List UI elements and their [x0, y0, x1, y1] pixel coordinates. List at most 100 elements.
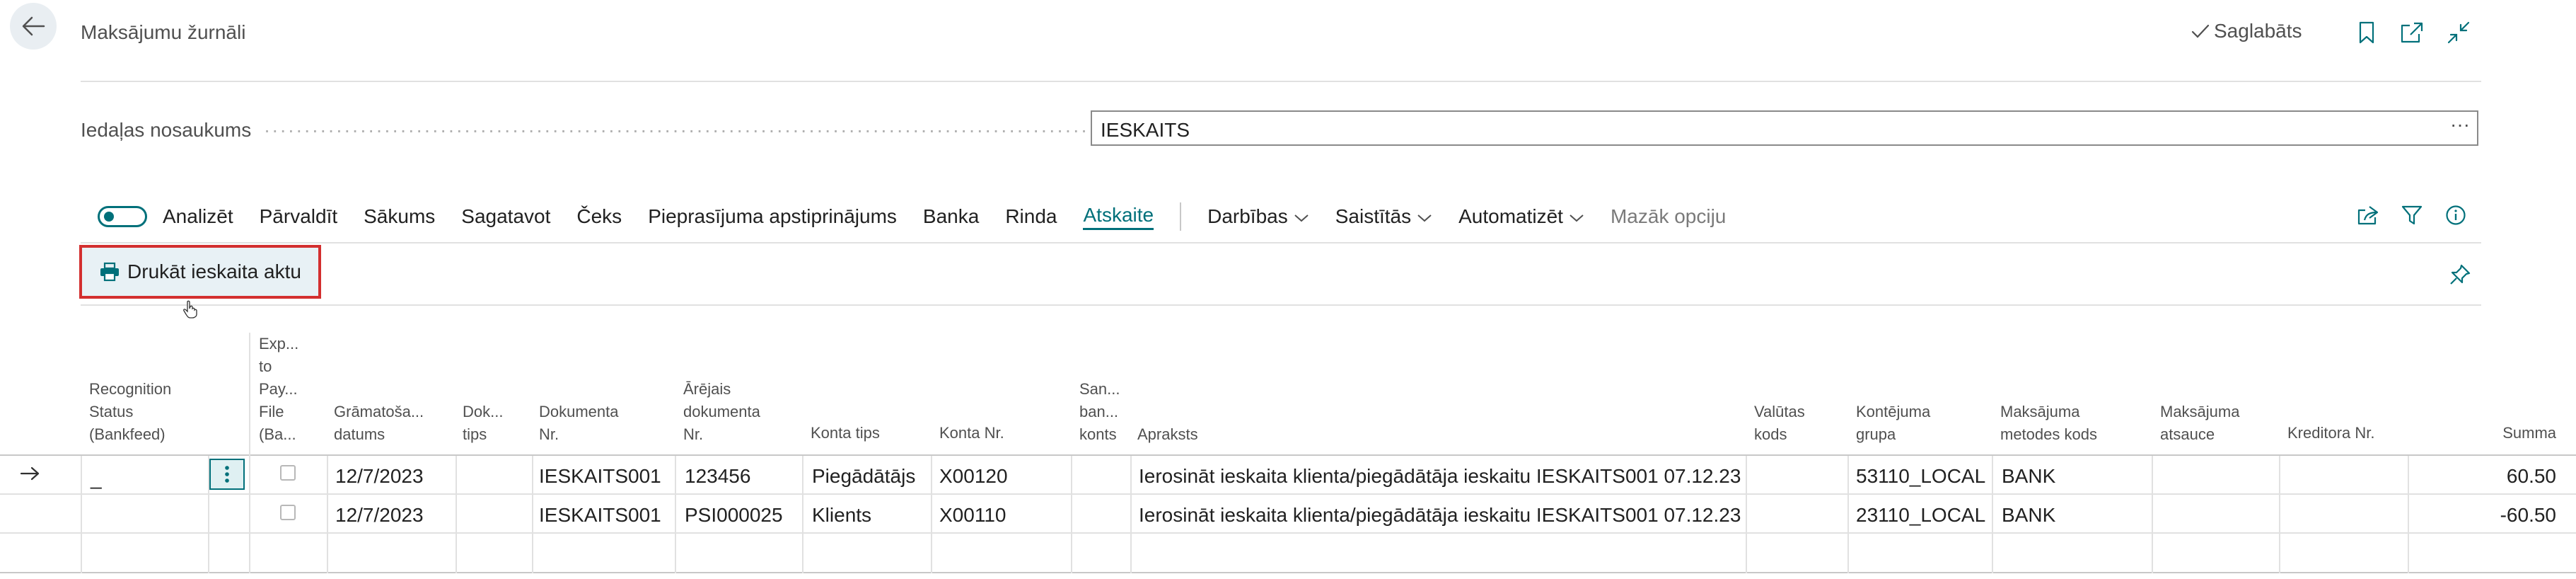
saved-status: Saglabāts	[2191, 20, 2302, 42]
checkmark-icon	[2191, 24, 2210, 38]
analyze-toggle[interactable]	[98, 206, 147, 227]
share-icon[interactable]	[2354, 201, 2382, 229]
collapse-icon[interactable]	[2444, 18, 2473, 47]
row-actions-menu-button[interactable]	[209, 459, 245, 490]
col-divider	[2279, 456, 2280, 573]
action-bar: Analizēt Pārvaldīt Sākums Sagatavot Čeks…	[98, 200, 1752, 234]
col-account-type[interactable]: Konta tips	[811, 422, 880, 445]
hand-cursor-icon	[183, 300, 197, 319]
col-description[interactable]: Apraksts	[1137, 423, 1198, 446]
row1-amount[interactable]: 60.50	[2419, 465, 2556, 488]
analyze-label[interactable]: Analizēt	[163, 205, 233, 228]
col-payment-reference[interactable]: Maksājuma atsauce	[2160, 401, 2239, 446]
tab-report[interactable]: Atskaite	[1083, 204, 1154, 230]
col-divider	[1992, 456, 1993, 573]
row2-external-document-no[interactable]: PSI000025	[685, 504, 783, 527]
col-posting-group[interactable]: Kontējuma grupa	[1856, 401, 1930, 446]
section-name-value: IESKAITS	[1101, 119, 1190, 141]
row-divider	[0, 532, 2576, 534]
row1-posting-group[interactable]: 53110_LOCAL	[1856, 465, 1985, 488]
col-account-no[interactable]: Konta Nr.	[939, 422, 1004, 445]
row1-document-no[interactable]: IESKAITS001	[539, 465, 661, 488]
col-divider	[327, 456, 328, 573]
menu-actions[interactable]: Darbības	[1207, 205, 1309, 228]
section-name-input[interactable]	[1091, 110, 2478, 146]
arrow-left-icon	[22, 16, 45, 36]
col-recognition-status[interactable]: Recognition Status (Bankfeed)	[89, 378, 171, 446]
divider	[81, 304, 2481, 306]
col-external-document-no[interactable]: Ārējais dokumenta Nr.	[683, 378, 760, 446]
print-offset-act-button[interactable]: Drukāt ieskaita aktu	[79, 245, 321, 299]
row1-export-checkbox[interactable]	[280, 465, 296, 481]
menu-related[interactable]: Saistītās	[1335, 205, 1432, 228]
section-name-label: Iedaļas nosaukums ······················…	[81, 119, 1085, 141]
row2-export-checkbox[interactable]	[280, 505, 296, 520]
pin-icon[interactable]	[2446, 260, 2474, 289]
chevron-down-icon	[1417, 214, 1432, 222]
row1-recognition-status[interactable]: _	[91, 467, 102, 490]
col-payment-method-code[interactable]: Maksājuma metodes kods	[2000, 401, 2097, 446]
col-divider	[1746, 456, 1747, 573]
col-bal-bank-account[interactable]: San... ban... konts	[1079, 378, 1120, 446]
tab-prepare[interactable]: Sagatavot	[461, 205, 550, 228]
page-title: Maksājumu žurnāli	[81, 21, 246, 43]
row2-description[interactable]: Ierosināt ieskaita klienta/piegādātāja i…	[1139, 504, 1741, 527]
row1-account-no[interactable]: X00120	[939, 465, 1008, 488]
bookmark-icon[interactable]	[2352, 18, 2381, 47]
open-new-window-icon[interactable]	[2398, 18, 2426, 47]
row1-payment-method[interactable]: BANK	[2002, 465, 2055, 488]
tab-request-approval[interactable]: Pieprasījuma apstiprinājums	[648, 205, 897, 228]
row-divider	[0, 572, 2576, 573]
print-offset-act-label: Drukāt ieskaita aktu	[127, 260, 301, 282]
back-button[interactable]	[10, 3, 57, 50]
col-document-no[interactable]: Dokumenta Nr.	[539, 401, 619, 446]
row2-account-type[interactable]: Klients	[812, 504, 871, 527]
menu-automate[interactable]: Automatizēt	[1458, 205, 1584, 228]
tab-manage[interactable]: Pārvaldīt	[260, 205, 338, 228]
row2-payment-method[interactable]: BANK	[2002, 504, 2055, 527]
col-divider	[532, 456, 533, 573]
fewer-options-button[interactable]: Mazāk opciju	[1611, 205, 1726, 228]
tab-check[interactable]: Čeks	[576, 205, 622, 228]
printer-icon	[100, 262, 120, 282]
col-divider	[2408, 456, 2409, 573]
col-document-type[interactable]: Dok... tips	[463, 401, 503, 446]
row2-posting-date[interactable]: 12/7/2023	[335, 504, 424, 527]
row-divider	[0, 493, 2576, 495]
saved-status-label: Saglabāts	[2214, 20, 2302, 42]
row1-posting-date[interactable]: 12/7/2023	[335, 465, 424, 488]
info-icon[interactable]	[2442, 201, 2470, 229]
divider	[81, 81, 2481, 82]
action-bar-separator	[1180, 202, 1182, 231]
tab-bank[interactable]: Banka	[923, 205, 979, 228]
col-divider	[802, 456, 803, 573]
row2-amount[interactable]: -60.50	[2419, 504, 2556, 527]
tab-home[interactable]: Sākums	[364, 205, 435, 228]
lookup-button[interactable]: ···	[2447, 113, 2473, 142]
row2-document-no[interactable]: IESKAITS001	[539, 504, 661, 527]
chevron-down-icon	[1570, 214, 1584, 222]
filter-icon[interactable]	[2398, 201, 2426, 229]
col-currency-code[interactable]: Valūtas kods	[1754, 401, 1805, 446]
tab-line[interactable]: Rinda	[1005, 205, 1057, 228]
col-divider	[81, 456, 82, 573]
col-export-to-payment-file[interactable]: Exp... to Pay... File (Ba...	[259, 333, 298, 446]
col-divider	[931, 456, 932, 573]
row1-account-type[interactable]: Piegādātājs	[812, 465, 915, 488]
col-divider	[2152, 456, 2153, 573]
divider	[81, 242, 2481, 243]
col-posting-date[interactable]: Grāmatoša... datums	[334, 401, 424, 446]
more-vertical-icon	[225, 466, 229, 483]
col-divider	[1071, 456, 1072, 573]
col-divider	[1847, 456, 1849, 573]
col-amount[interactable]: Summa	[2433, 422, 2556, 445]
col-divider	[249, 333, 250, 573]
row2-account-no[interactable]: X00110	[939, 504, 1006, 527]
current-row-arrow-icon	[20, 466, 40, 481]
col-divider	[1130, 456, 1132, 573]
row2-posting-group[interactable]: 23110_LOCAL	[1856, 504, 1985, 527]
col-divider	[675, 456, 676, 573]
col-creditor-no[interactable]: Kreditora Nr.	[2287, 422, 2375, 445]
row1-external-document-no[interactable]: 123456	[685, 465, 750, 488]
row1-description[interactable]: Ierosināt ieskaita klienta/piegādātāja i…	[1139, 465, 1741, 488]
